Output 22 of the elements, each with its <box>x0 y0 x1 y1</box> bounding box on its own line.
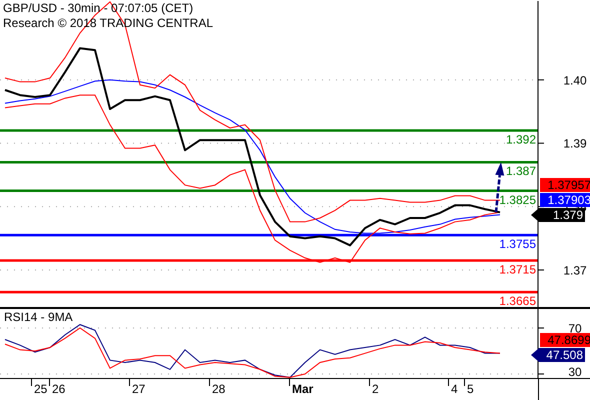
axis-label: 1.39 <box>563 136 587 151</box>
date-label: Mar <box>292 382 314 396</box>
axis-label: 1.37 <box>563 263 587 278</box>
date-label: 4 <box>451 382 458 396</box>
date-label: 25 <box>34 382 48 396</box>
date-label: 5 <box>467 382 474 396</box>
date-label: 28 <box>212 382 226 396</box>
level-label: 1.392 <box>506 132 536 147</box>
price-tag: 47.8699 <box>540 333 590 347</box>
date-label: 2 <box>372 382 379 396</box>
date-label: 27 <box>132 382 146 396</box>
axis-label: 30 <box>568 365 582 378</box>
level-label: 1.3755 <box>499 237 536 252</box>
level-label: 1.3715 <box>499 262 536 276</box>
level-label: 1.3665 <box>499 294 536 308</box>
price-tag: 1.37957 <box>540 178 590 192</box>
level-label: 1.387 <box>506 164 536 178</box>
level-label: 1.3825 <box>499 192 536 207</box>
axis-label: 70 <box>568 322 582 336</box>
date-label: 26 <box>52 382 66 396</box>
axis-label: 1.40 <box>563 73 587 88</box>
indicator-title: RSI14 - 9MA <box>4 310 73 324</box>
